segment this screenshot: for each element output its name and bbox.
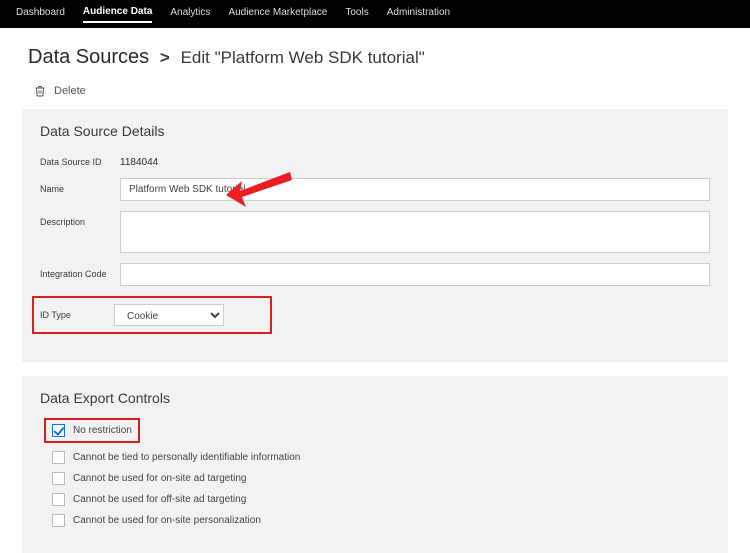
checkbox-no-restriction[interactable]: [52, 424, 65, 437]
checkbox-offsite-ad[interactable]: [52, 493, 65, 506]
breadcrumb-root[interactable]: Data Sources: [28, 46, 149, 68]
data-source-details-panel: Data Source Details Data Source ID 11840…: [22, 109, 728, 362]
label-integration-code: Integration Code: [40, 263, 120, 279]
nav-audience-data[interactable]: Audience Data: [83, 6, 152, 23]
export-option-onsite-perso[interactable]: Cannot be used for on-site personalizati…: [52, 514, 710, 527]
label-onsite-ad: Cannot be used for on-site ad targeting: [73, 473, 246, 484]
label-id: Data Source ID: [40, 151, 120, 167]
checkbox-onsite-perso[interactable]: [52, 514, 65, 527]
checkbox-pii[interactable]: [52, 451, 65, 464]
export-option-pii[interactable]: Cannot be tied to personally identifiabl…: [52, 451, 710, 464]
description-input[interactable]: [120, 211, 710, 253]
nav-tools[interactable]: Tools: [345, 7, 368, 22]
export-option-offsite-ad[interactable]: Cannot be used for off-site ad targeting: [52, 493, 710, 506]
delete-action[interactable]: Delete: [0, 73, 750, 109]
value-id: 1184044: [120, 151, 158, 168]
row-integration-code: Integration Code: [40, 263, 710, 286]
delete-label: Delete: [54, 85, 86, 97]
breadcrumb: Data Sources > Edit "Platform Web SDK tu…: [0, 28, 750, 73]
label-onsite-perso: Cannot be used for on-site personalizati…: [73, 515, 261, 526]
row-description: Description: [40, 211, 710, 253]
export-title: Data Export Controls: [40, 390, 710, 406]
nav-administration[interactable]: Administration: [387, 7, 450, 22]
label-name: Name: [40, 178, 120, 194]
trash-icon: [34, 85, 46, 97]
label-no-restriction: No restriction: [73, 425, 132, 436]
row-name: Name: [40, 178, 710, 201]
label-pii: Cannot be tied to personally identifiabl…: [73, 452, 300, 463]
nav-audience-marketplace[interactable]: Audience Marketplace: [228, 7, 327, 22]
integration-code-input[interactable]: [120, 263, 710, 286]
checkbox-onsite-ad[interactable]: [52, 472, 65, 485]
breadcrumb-separator: >: [160, 48, 170, 67]
id-type-select[interactable]: Cookie: [114, 304, 224, 326]
name-input[interactable]: [120, 178, 710, 201]
data-export-controls-panel: Data Export Controls No restriction Cann…: [22, 376, 728, 553]
nav-dashboard[interactable]: Dashboard: [16, 7, 65, 22]
label-id-type: ID Type: [40, 304, 114, 320]
breadcrumb-leaf: Edit "Platform Web SDK tutorial": [181, 48, 425, 67]
export-option-no-restriction[interactable]: No restriction: [44, 418, 140, 443]
label-offsite-ad: Cannot be used for off-site ad targeting: [73, 494, 246, 505]
label-description: Description: [40, 211, 120, 227]
details-title: Data Source Details: [40, 123, 710, 139]
export-option-onsite-ad[interactable]: Cannot be used for on-site ad targeting: [52, 472, 710, 485]
top-nav: Dashboard Audience Data Analytics Audien…: [0, 0, 750, 28]
row-id-type: ID Type Cookie: [32, 296, 272, 334]
row-id: Data Source ID 1184044: [40, 151, 710, 168]
nav-analytics[interactable]: Analytics: [170, 7, 210, 22]
